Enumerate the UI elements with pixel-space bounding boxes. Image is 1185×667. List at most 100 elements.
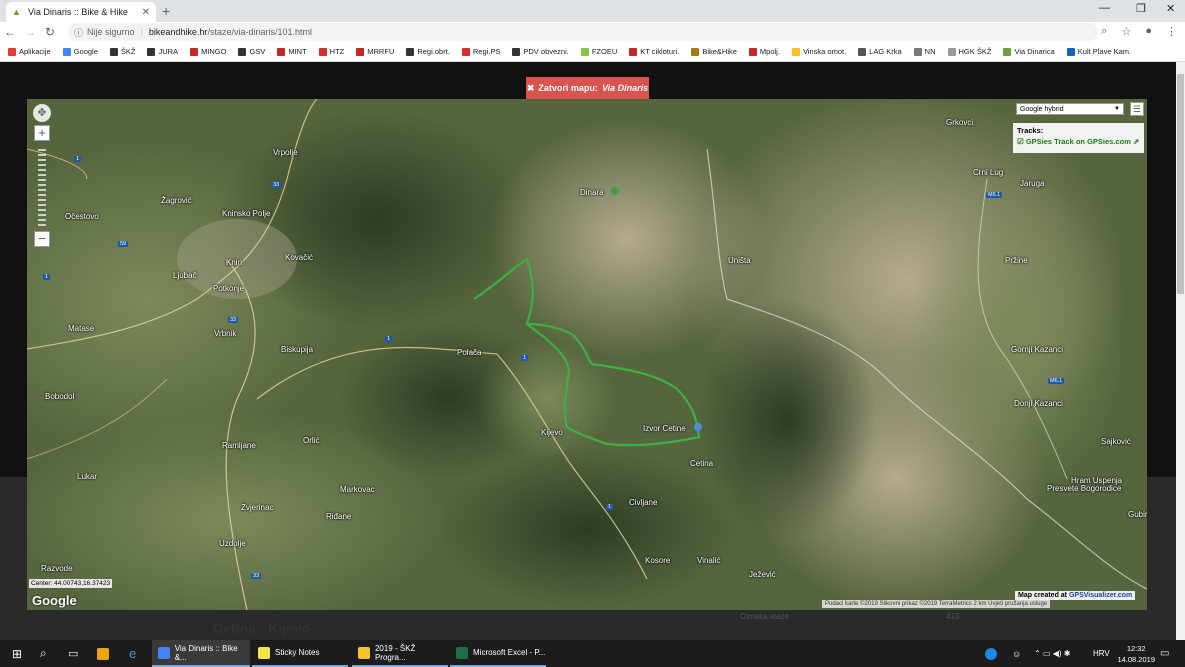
place-label: Kovačić (285, 253, 314, 262)
taskbar-app[interactable]: Via Dinaris :: Bike &... (152, 640, 250, 667)
bookmark-item[interactable]: HGK ŠKŽ (947, 47, 991, 56)
bookmark-item[interactable]: MRRFU (356, 47, 394, 56)
bookmark-item[interactable]: PDV obvezni. (512, 47, 569, 56)
taskbar-app-label: 2019 - ŠKŽ Progra... (374, 643, 416, 662)
road-sign: 33 (228, 317, 239, 323)
bookmark-label: MINGO (201, 47, 227, 56)
people-icon[interactable]: ☺ (1012, 640, 1021, 667)
notifications-icon[interactable]: ▭ (1160, 640, 1169, 667)
app-icon (158, 646, 170, 659)
place-label: Matase (68, 324, 95, 333)
scrollbar-thumb[interactable] (1177, 74, 1184, 294)
tab-close-icon[interactable]: ✕ (142, 7, 150, 18)
map-view[interactable]: ✥ + − Google hybrid ▼ ☰ Tracks: ☑ GPSies… (27, 99, 1147, 610)
task-view-icon[interactable]: ▭ (68, 640, 78, 667)
taskbar-app[interactable]: 2019 - ŠKŽ Progra... (352, 640, 448, 667)
profile-avatar[interactable]: ● (1145, 25, 1152, 38)
bookmark-item[interactable]: Mpolj. (748, 47, 780, 56)
place-label: Ježević (749, 570, 776, 579)
app-icon (258, 646, 270, 659)
bookmark-item[interactable]: Regi.PS (461, 47, 500, 56)
taskbar-app[interactable]: Sticky Notes (252, 640, 348, 667)
bookmark-item[interactable]: Google (62, 47, 98, 56)
page-scrollbar[interactable] (1176, 62, 1185, 640)
bookmark-label: Via Dinarica (1014, 47, 1055, 56)
bookmark-favicon-icon (190, 47, 199, 56)
close-icon: ✖ (526, 82, 535, 93)
taskbar-app[interactable]: Microsoft Excel - P... (450, 640, 546, 667)
bookmark-item[interactable]: LAG Krka (858, 47, 902, 56)
map-type-select[interactable]: Google hybrid ▼ (1016, 103, 1124, 115)
forward-icon[interactable]: → (20, 25, 40, 39)
browser-tab-bar: ▲ Via Dinaris :: Bike & Hike ✕ + — ❐ ✕ (0, 0, 1185, 22)
bookmark-item[interactable]: MINT (277, 47, 307, 56)
help-icon[interactable] (985, 640, 997, 667)
place-label: Pržine (1005, 256, 1028, 265)
place-label: Donji Kazanci (1014, 399, 1063, 408)
bookmark-label: JURA (158, 47, 179, 56)
bookmark-item[interactable]: Via Dinarica (1003, 47, 1055, 56)
bookmark-favicon-icon (913, 47, 922, 56)
pan-control-icon[interactable]: ✥ (33, 104, 51, 122)
bookmark-item[interactable]: ŠKŽ (109, 47, 135, 56)
windows-start-icon[interactable]: ⊞ (12, 640, 22, 667)
bookmark-star-icon[interactable]: ☆ (1121, 25, 1131, 38)
reload-icon[interactable]: ↻ (40, 25, 60, 39)
browser-tab[interactable]: ▲ Via Dinaris :: Bike & Hike ✕ (6, 2, 156, 22)
bookmark-item[interactable]: MINGO (190, 47, 226, 56)
url-domain: bikeandhike.hr (148, 27, 208, 37)
place-label: Žagrović (161, 196, 192, 205)
place-label: Grkovci (946, 118, 974, 127)
taskbar-app-label: Microsoft Excel - P... (473, 648, 546, 657)
bookmark-item[interactable]: NN (913, 47, 936, 56)
bookmark-favicon-icon (1066, 47, 1075, 56)
track-toggle[interactable]: ☑ GPSies Track on GPSies.com ⇗ (1017, 137, 1140, 146)
bookmark-label: NN (924, 47, 936, 56)
bookmark-item[interactable]: Vinska omot. (791, 47, 846, 56)
app-icon (358, 646, 370, 659)
bookmark-item[interactable]: FZOEU (580, 47, 618, 56)
bookmark-item[interactable]: GSV (238, 47, 265, 56)
bookmark-item[interactable]: Aplikacije (8, 47, 51, 56)
bookmark-item[interactable]: Kult Plave Kam. (1066, 47, 1131, 56)
map-attribution[interactable]: Podaci karte ©2019 Slikovni prikaz ©2019… (822, 600, 1051, 608)
place-label: Lukar (77, 472, 98, 481)
zoom-search-icon[interactable]: ⌕ (1101, 25, 1107, 38)
bookmark-item[interactable]: JURA (147, 47, 178, 56)
route-stat-label: Oznaka staze (740, 612, 789, 621)
tray-icons[interactable]: ⌃ ▭ ◀) ✱ (1034, 640, 1070, 667)
minimize-icon[interactable]: — (1099, 2, 1110, 14)
bookmark-item[interactable]: Regi.obrt. (406, 47, 450, 56)
taskbar-app-label: Sticky Notes (275, 648, 320, 657)
bookmark-item[interactable]: Bike&Hike (691, 47, 737, 56)
maximize-icon[interactable]: ❐ (1136, 2, 1146, 15)
url-input[interactable]: ⓘ Nije sigurno | bikeandhike.hr/staze/vi… (68, 23, 1098, 41)
bookmark-label: HTZ (329, 47, 345, 56)
place-label: Gubin (1128, 510, 1147, 519)
place-label: Polača (457, 348, 482, 357)
gpsvisualizer-link[interactable]: GPSVisualizer.com (1069, 592, 1132, 599)
outlook-icon[interactable] (97, 640, 109, 667)
zoom-out-button[interactable]: − (34, 231, 50, 247)
new-tab-icon[interactable]: + (162, 3, 170, 19)
browser-menu-icon[interactable]: ⋮ (1166, 25, 1177, 38)
tracks-panel: Tracks: ☑ GPSies Track on GPSies.com ⇗ (1013, 123, 1144, 153)
search-icon[interactable]: ⌕ (40, 640, 47, 667)
back-icon[interactable]: ← (0, 25, 20, 39)
track-item-label: GPSies Track on GPSies.com (1025, 137, 1131, 146)
place-label: Vrpolje (273, 148, 298, 157)
zoom-slider[interactable] (38, 149, 46, 227)
close-map-route-name: Via Dinaris (601, 83, 649, 93)
bookmark-item[interactable]: HTZ (318, 47, 345, 56)
clock-time: 12:32 (1126, 644, 1146, 653)
info-icon[interactable]: ⓘ (74, 26, 83, 39)
close-map-button[interactable]: ✖ Zatvori mapu: Via Dinaris (526, 77, 649, 99)
edge-icon[interactable]: e (129, 640, 136, 667)
clock[interactable]: 12:32 14.08.2019 (1117, 643, 1155, 665)
window-close-icon[interactable]: ✕ (1166, 2, 1175, 15)
map-menu-icon[interactable]: ☰ (1130, 102, 1144, 116)
zoom-in-button[interactable]: + (34, 125, 50, 141)
language-indicator[interactable]: HRV (1093, 640, 1110, 667)
bookmark-item[interactable]: KT cikloturi. (629, 47, 679, 56)
bookmark-label: FZOEU (591, 47, 618, 56)
